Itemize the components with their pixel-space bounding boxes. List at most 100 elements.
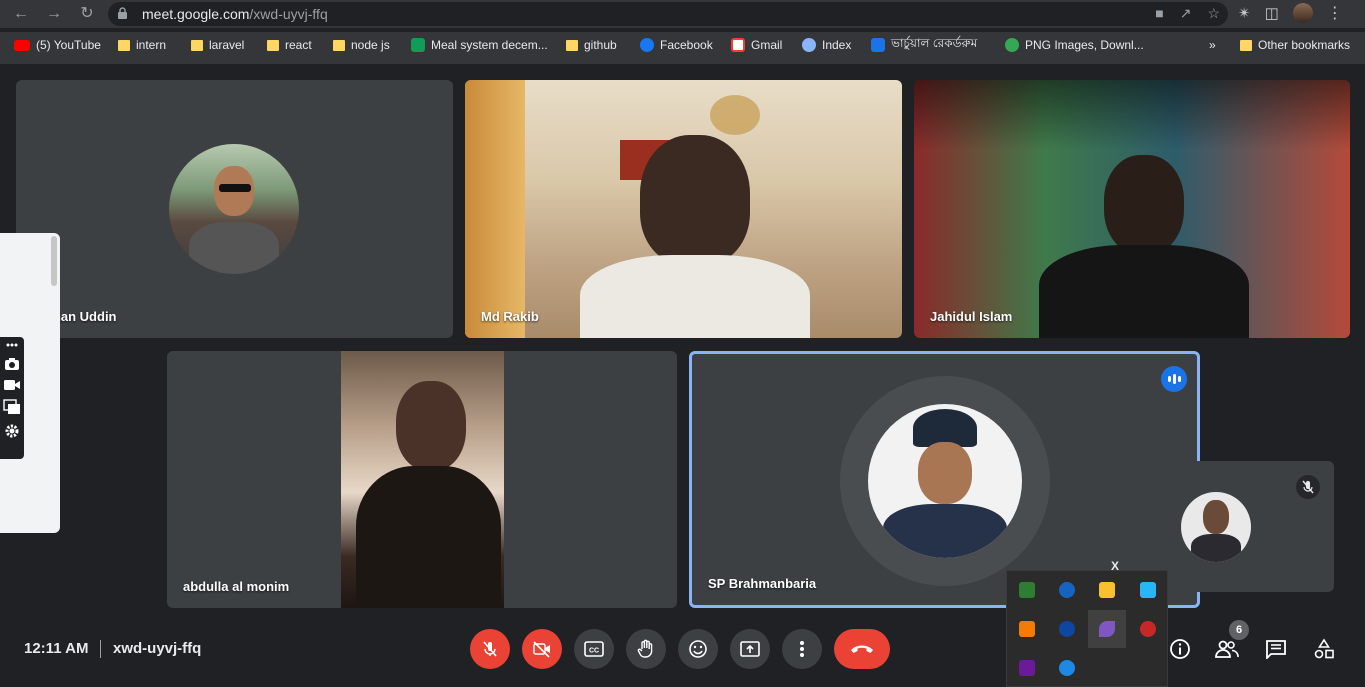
bookmarks-overflow-button[interactable]: »: [1209, 37, 1216, 53]
gmail-icon: [731, 38, 745, 52]
side-panel-icon[interactable]: ◫: [1265, 4, 1279, 22]
divider: [100, 640, 101, 658]
monitor-tray-icon[interactable]: [1019, 582, 1035, 598]
participant-tile[interactable]: Jahidul Islam: [914, 80, 1350, 338]
drag-handle-icon[interactable]: [5, 341, 19, 349]
bookmark-png-images[interactable]: PNG Images, Downl...: [1005, 37, 1144, 53]
svg-text:CC: CC: [589, 648, 599, 655]
bookmarks-bar: (5) YouTube intern laravel react node js…: [0, 32, 1365, 58]
night-sky: [914, 80, 1350, 150]
camera-in-use-icon[interactable]: ■: [1155, 5, 1163, 22]
bookmark-react[interactable]: react: [267, 37, 312, 53]
folder-icon: [333, 39, 345, 51]
activities-shapes-icon: [1314, 638, 1334, 659]
bookmark-meal-system[interactable]: Meal system decem...: [411, 37, 548, 53]
phone-hangup-icon: [851, 645, 873, 653]
index-icon: [802, 38, 816, 52]
mic-toggle-button[interactable]: [470, 629, 510, 669]
participant-tile[interactable]: abdulla al monim: [167, 351, 677, 608]
captions-button[interactable]: CC: [574, 629, 614, 669]
share-tray-icon[interactable]: [1140, 582, 1156, 598]
address-bar[interactable]: meet.google.com/xwd-uyvj-ffq ■ ↗ ☆: [108, 2, 1228, 26]
mic-off-icon: [1296, 475, 1320, 499]
participant-tile[interactable]: Md Rakib: [465, 80, 902, 338]
extensions-icon[interactable]: ✴: [1238, 4, 1251, 22]
profile-avatar[interactable]: [1292, 3, 1313, 23]
folder-icon: [118, 39, 130, 51]
hand-icon: [637, 639, 653, 658]
monitor-icon: [871, 38, 885, 52]
windows-icon[interactable]: [3, 399, 21, 415]
pngimages-icon: [1005, 38, 1019, 52]
bookmark-intern[interactable]: intern: [118, 37, 166, 53]
folder-icon: [1240, 39, 1252, 51]
panel-scrollbar[interactable]: [51, 236, 57, 286]
bookmark-laravel[interactable]: laravel: [191, 37, 244, 53]
more-options-button[interactable]: [782, 629, 822, 669]
security-shield-icon[interactable]: [1099, 582, 1115, 598]
record-icon[interactable]: [1140, 621, 1156, 637]
camera-toggle-button[interactable]: [522, 629, 562, 669]
person-head: [1104, 155, 1184, 255]
participant-name: SP Brahmanbaria: [708, 576, 817, 591]
bookmark-virtual-recordroom[interactable]: ভার্চুয়াল রেকর্ডরুম: [871, 36, 977, 53]
settings-gear-icon[interactable]: [4, 423, 20, 439]
sheets-icon: [411, 38, 425, 52]
video-icon[interactable]: [3, 379, 21, 391]
avatar: [1181, 492, 1251, 562]
room-window: [465, 80, 525, 338]
bookmark-github[interactable]: github: [566, 37, 617, 53]
person-shirt: [580, 255, 810, 338]
more-vert-icon: [800, 641, 804, 657]
reload-icon[interactable]: ↻: [76, 3, 98, 25]
sync-tray-icon[interactable]: [1059, 660, 1075, 676]
xampp-icon[interactable]: [1019, 621, 1035, 637]
camera-off-icon: [533, 641, 550, 658]
participant-name: abdulla al monim: [183, 579, 290, 594]
other-bookmarks[interactable]: Other bookmarks: [1240, 37, 1350, 53]
bookmark-gmail[interactable]: Gmail: [731, 37, 782, 53]
meeting-details-button[interactable]: [1167, 636, 1193, 662]
people-icon: [1215, 640, 1239, 658]
reactions-button[interactable]: [678, 629, 718, 669]
hp-icon[interactable]: [1059, 621, 1075, 637]
present-screen-button[interactable]: [730, 629, 770, 669]
bookmark-star-icon[interactable]: ☆: [1207, 5, 1220, 22]
chat-icon: [1266, 640, 1286, 659]
raise-hand-button[interactable]: [626, 629, 666, 669]
people-button[interactable]: [1214, 636, 1240, 662]
bluetooth-icon[interactable]: [1059, 582, 1075, 598]
bookmark-nodejs[interactable]: node js: [333, 37, 390, 53]
share-icon[interactable]: ↗: [1180, 5, 1192, 22]
avatar: [868, 404, 1022, 558]
activities-button[interactable]: [1311, 636, 1337, 662]
speaking-indicator-icon: [1161, 366, 1187, 392]
participant-tile[interactable]: Boman Uddin: [16, 80, 453, 338]
bookmark-youtube[interactable]: (5) YouTube: [14, 37, 101, 53]
forward-icon[interactable]: →: [43, 3, 65, 25]
extension-toolbar: [0, 337, 24, 459]
end-call-button[interactable]: [834, 629, 890, 669]
more-icon[interactable]: ⋮: [1327, 3, 1343, 23]
facebook-icon: [640, 38, 654, 52]
nvidia-tray-icon[interactable]: [1019, 660, 1035, 676]
closed-captions-icon: CC: [584, 641, 604, 657]
chandelier: [710, 95, 760, 135]
meeting-time: 12:11 AM: [24, 640, 89, 657]
feather-icon[interactable]: [1099, 621, 1115, 637]
participant-name: Md Rakib: [481, 309, 539, 324]
folder-icon: [191, 39, 203, 51]
person-shirt: [1039, 245, 1249, 338]
present-icon: [740, 641, 760, 657]
folder-icon: [566, 39, 578, 51]
folder-icon: [267, 39, 279, 51]
camera-icon[interactable]: [4, 357, 20, 371]
bookmark-index[interactable]: Index: [802, 37, 851, 53]
person-head: [640, 135, 750, 265]
avatar: [169, 144, 299, 274]
bookmark-facebook[interactable]: Facebook: [640, 37, 713, 53]
back-icon[interactable]: ←: [10, 3, 32, 25]
youtube-icon: [14, 39, 30, 51]
lock-icon: [118, 7, 127, 19]
chat-button[interactable]: [1263, 636, 1289, 662]
